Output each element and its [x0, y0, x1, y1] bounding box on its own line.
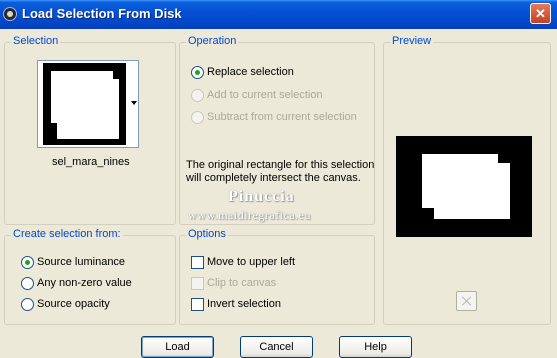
source-luminance-label[interactable]: Source luminance — [37, 256, 125, 268]
operation-legend: Operation — [186, 35, 239, 47]
selection-file-name: sel_mara_nines — [52, 156, 130, 168]
close-button[interactable]: ✕ — [530, 3, 551, 24]
move-to-upper-left-label[interactable]: Move to upper left — [207, 256, 295, 268]
invert-selection-checkbox[interactable] — [191, 298, 204, 311]
invert-selection-label[interactable]: Invert selection — [207, 298, 281, 310]
title-bar[interactable]: Load Selection From Disk ✕ — [0, 0, 557, 29]
load-button[interactable]: Load — [141, 336, 214, 358]
window-title: Load Selection From Disk — [22, 6, 182, 21]
source-luminance-radio[interactable] — [21, 256, 34, 269]
source-opacity-label[interactable]: Source opacity — [37, 298, 110, 310]
add-to-selection-radio[interactable] — [191, 89, 204, 102]
app-icon[interactable] — [3, 7, 17, 21]
dialog-window: Load Selection From Disk ✕ Selection sel… — [0, 0, 557, 358]
help-button[interactable]: Help — [339, 336, 412, 358]
move-to-upper-left-checkbox[interactable] — [191, 256, 204, 269]
preview-toggle-button[interactable] — [456, 291, 477, 311]
watermark-name: Pinuccia — [228, 188, 295, 205]
operation-description: The original rectangle for this selectio… — [186, 159, 375, 184]
selection-dropdown[interactable] — [37, 60, 139, 148]
clip-to-canvas-checkbox[interactable] — [191, 277, 204, 290]
clip-to-canvas-label[interactable]: Clip to canvas — [207, 277, 276, 289]
selection-thumbnail — [43, 63, 126, 145]
cancel-button[interactable]: Cancel — [240, 336, 313, 358]
options-legend: Options — [186, 228, 228, 240]
subtract-selection-label[interactable]: Subtract from current selection — [207, 111, 357, 123]
replace-selection-label[interactable]: Replace selection — [207, 66, 294, 78]
selection-preview — [396, 136, 532, 237]
add-to-selection-label[interactable]: Add to current selection — [207, 89, 323, 101]
dropdown-arrow-icon[interactable] — [131, 101, 137, 105]
create-from-legend: Create selection from: — [11, 228, 123, 240]
source-opacity-radio[interactable] — [21, 298, 34, 311]
any-non-zero-radio[interactable] — [21, 277, 34, 290]
replace-selection-radio[interactable] — [191, 66, 204, 79]
selection-legend: Selection — [11, 35, 61, 47]
watermark-url: www.maidiregrafica.eu — [188, 208, 311, 222]
any-non-zero-label[interactable]: Any non-zero value — [37, 277, 132, 289]
subtract-selection-radio[interactable] — [191, 111, 204, 124]
preview-legend: Preview — [390, 35, 434, 47]
